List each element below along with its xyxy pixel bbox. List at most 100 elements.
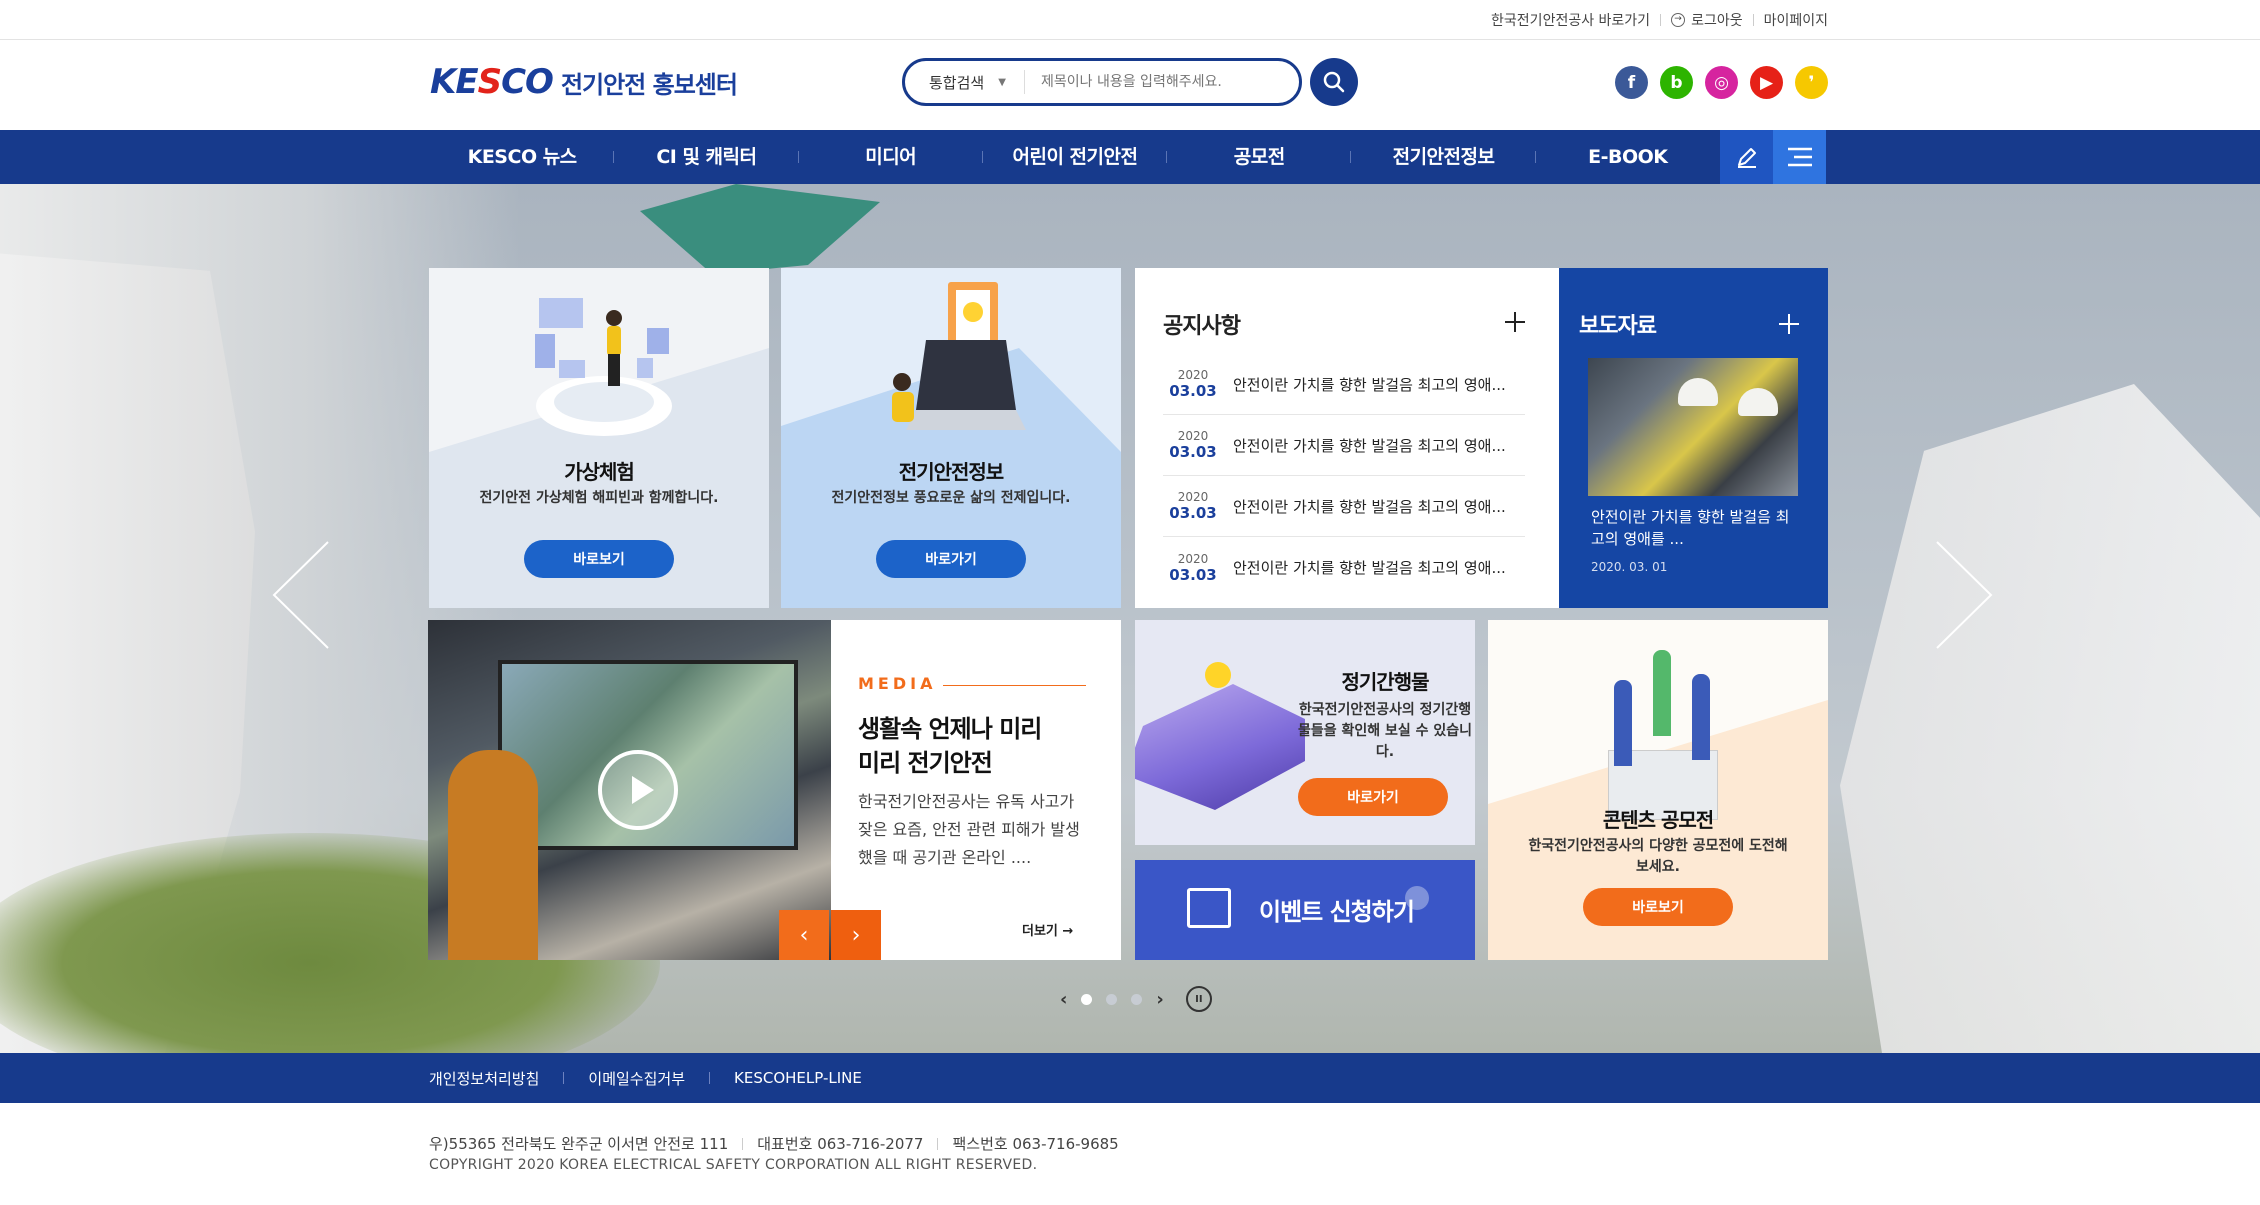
search-icon — [1323, 71, 1345, 93]
search-input[interactable] — [1025, 74, 1299, 90]
notice-more-plus-icon[interactable] — [1505, 312, 1525, 332]
publication-go-button[interactable]: 바로가기 — [1298, 778, 1448, 816]
media-prev-button[interactable]: ‹ — [779, 910, 829, 960]
site-logo[interactable]: KESCO 전기안전 홍보센터 — [430, 62, 738, 102]
kakao-icon[interactable]: ❜ — [1795, 66, 1828, 99]
footer-links: 개인정보처리방침 이메일수집거부 KESCOHELP-LINE — [429, 1053, 862, 1103]
press-photo[interactable] — [1588, 358, 1798, 496]
footer-links-bar: 개인정보처리방침 이메일수집거부 KESCOHELP-LINE — [0, 1053, 2260, 1103]
divider — [563, 1072, 565, 1084]
notice-year: 2020 — [1177, 490, 1209, 504]
hero-next-arrow[interactable] — [1925, 540, 1995, 650]
blog-icon[interactable]: b — [1660, 66, 1693, 99]
contest-view-button[interactable]: 바로보기 — [1583, 888, 1733, 926]
chevron-right-icon[interactable]: › — [1156, 989, 1163, 1010]
divider — [943, 685, 1086, 686]
media-video-thumbnail[interactable] — [428, 620, 831, 960]
main-nav: KESCO 뉴스 CI 및 캐릭터 미디어 어린이 전기안전 공모전 전기안전정보 E-BO… — [0, 130, 2260, 184]
logout-link[interactable]: → 로그아웃 — [1671, 10, 1743, 30]
write-button[interactable] — [1720, 130, 1773, 184]
utility-links: 한국전기안전공사 바로가기 → 로그아웃 마이페이지 — [1491, 10, 1828, 30]
nav-item[interactable]: 어린이 전기안전 — [983, 130, 1168, 184]
nav-item[interactable]: KESCO 뉴스 — [430, 130, 615, 184]
nav-item[interactable]: CI 및 캐릭터 — [614, 130, 799, 184]
footer-link[interactable]: KESCOHELP-LINE — [734, 1069, 862, 1087]
instagram-icon[interactable]: ◎ — [1705, 66, 1738, 99]
facebook-icon[interactable]: f — [1615, 66, 1648, 99]
background-pinwheel — [640, 184, 880, 274]
notice-item[interactable]: 2020 03.03 안전이란 가치를 향한 발걸음 최고의 영애... — [1163, 354, 1525, 415]
press-title: 보도자료 — [1579, 314, 1657, 339]
kesco-logo-mark: KESCO — [430, 62, 554, 102]
event-title: 이벤트 신청하기 — [1259, 898, 1415, 926]
pause-icon[interactable]: II — [1185, 986, 1212, 1012]
logout-icon: → — [1671, 13, 1686, 27]
notice-day: 03.03 — [1169, 443, 1217, 461]
phone: 대표번호 063-716-2077 — [757, 1135, 924, 1153]
laptop-illustration — [892, 282, 1026, 430]
mypage-link[interactable]: 마이페이지 — [1764, 10, 1828, 30]
info-go-button[interactable]: 바로가기 — [876, 540, 1026, 578]
play-icon[interactable] — [598, 750, 678, 830]
search-scope-label: 통합검색 — [929, 73, 985, 92]
header: KESCO 전기안전 홍보센터 통합검색 ▼ fb ◎ ▶ ❜ — [0, 40, 2260, 130]
pager-dot[interactable] — [1081, 993, 1093, 1005]
utility-bar: 한국전기안전공사 바로가기 → 로그아웃 마이페이지 — [0, 0, 2260, 40]
card-description: 한국전기안전공사의 다양한 공모전에 도전해보세요. — [1528, 838, 1788, 875]
media-label: MEDIA — [858, 674, 937, 693]
notice-title: 공지사항 — [1163, 314, 1241, 339]
search-box: 통합검색 ▼ — [902, 58, 1302, 106]
notice-text: 안전이란 가치를 향한 발걸음 최고의 영애... — [1233, 497, 1506, 516]
chevron-left-icon: ‹ — [799, 922, 809, 948]
card-description: 전기안전 가상체험 해피빈과 함께합니다. — [479, 490, 719, 506]
press-release-card: 보도자료 안전이란 가치를 향한 발걸음 최고의 영애를 ... 2020. 0… — [1559, 268, 1828, 608]
address: 우)55365 전라북도 완주군 이서면 안전로 111 — [429, 1135, 729, 1153]
pager-dot[interactable] — [1131, 993, 1143, 1005]
nav-item[interactable]: 공모전 — [1167, 130, 1352, 184]
notice-item[interactable]: 2020 03.03 안전이란 가치를 향한 발걸음 최고의 영애... — [1163, 537, 1525, 598]
youtube-icon[interactable]: ▶ — [1750, 66, 1783, 99]
nav-item[interactable]: E-BOOK — [1536, 130, 1720, 184]
media-more-link[interactable]: 더보기 → — [1022, 920, 1073, 939]
vr-view-button[interactable]: 바로보기 — [524, 540, 674, 578]
divider — [1660, 14, 1662, 26]
card-title: 콘텐츠 공모전 — [1602, 808, 1714, 832]
notice-date: 2020 03.03 — [1163, 490, 1223, 522]
footer-link[interactable]: 이메일수집거부 — [588, 1068, 685, 1089]
event-apply-banner[interactable]: 이벤트 신청하기 — [1135, 860, 1475, 960]
press-headline[interactable]: 안전이란 가치를 향한 발걸음 최고의 영애를 ... — [1591, 506, 1801, 550]
notice-item[interactable]: 2020 03.03 안전이란 가치를 향한 발걸음 최고의 영애... — [1163, 476, 1525, 537]
card-description: 전기안전정보 풍요로운 삶의 전제입니다. — [831, 490, 1071, 506]
safety-info-card: 전기안전정보 전기안전정보 풍요로운 삶의 전제입니다. 바로가기 — [781, 268, 1121, 608]
press-date: 2020. 03. 01 — [1591, 560, 1668, 574]
publication-card: 정기간행물 한국전기안전공사의 정기간행물들을 확인해 보실 수 있습니다. 바… — [1135, 620, 1475, 845]
search-button[interactable] — [1310, 58, 1358, 106]
pencil-icon — [1737, 148, 1756, 168]
footer-address-line: 우)55365 전라북도 완주군 이서면 안전로 111 대표번호 063-71… — [429, 1133, 1119, 1154]
background-child-right — [1840, 384, 2260, 1053]
notice-board: 공지사항 2020 03.03 안전이란 가치를 향한 발걸음 최고의 영애... 2… — [1135, 268, 1559, 608]
search-scope-select[interactable]: 통합검색 ▼ — [905, 70, 1025, 94]
hero-prev-arrow[interactable] — [270, 540, 340, 650]
all-menu-button[interactable] — [1773, 130, 1826, 184]
notice-item[interactable]: 2020 03.03 안전이란 가치를 향한 발걸음 최고의 영애... — [1163, 415, 1525, 476]
chevron-left-icon[interactable]: ‹ — [1060, 989, 1067, 1010]
nav-item[interactable]: 전기안전정보 — [1351, 130, 1536, 184]
nav-item[interactable]: 미디어 — [799, 130, 984, 184]
media-card: MEDIA 생활속 언제나 미리 미리 전기안전 한국전기안전공사는 유독 사고… — [428, 620, 1121, 960]
kesco-home-link[interactable]: 한국전기안전공사 바로가기 — [1491, 10, 1650, 30]
notice-text: 안전이란 가치를 향한 발걸음 최고의 영애... — [1233, 559, 1506, 577]
footer-link[interactable]: 개인정보처리방침 — [429, 1068, 539, 1089]
divider — [709, 1072, 711, 1084]
fax: 팩스번호 063-716-9685 — [952, 1135, 1119, 1153]
books-illustration — [1135, 684, 1305, 810]
press-more-plus-icon[interactable] — [1779, 314, 1799, 334]
notice-list: 2020 03.03 안전이란 가치를 향한 발걸음 최고의 영애... 2020 03… — [1163, 354, 1525, 598]
pager-dot[interactable] — [1106, 993, 1118, 1005]
notice-day: 03.03 — [1169, 382, 1217, 400]
logout-label: 로그아웃 — [1691, 13, 1743, 29]
vr-experience-card: 가상체험 전기안전 가상체험 해피빈과 함께합니다. 바로보기 — [429, 268, 769, 608]
chevron-down-icon: ▼ — [998, 76, 1006, 88]
media-next-button[interactable]: › — [831, 910, 881, 960]
card-title: 가상체험 — [564, 460, 635, 484]
